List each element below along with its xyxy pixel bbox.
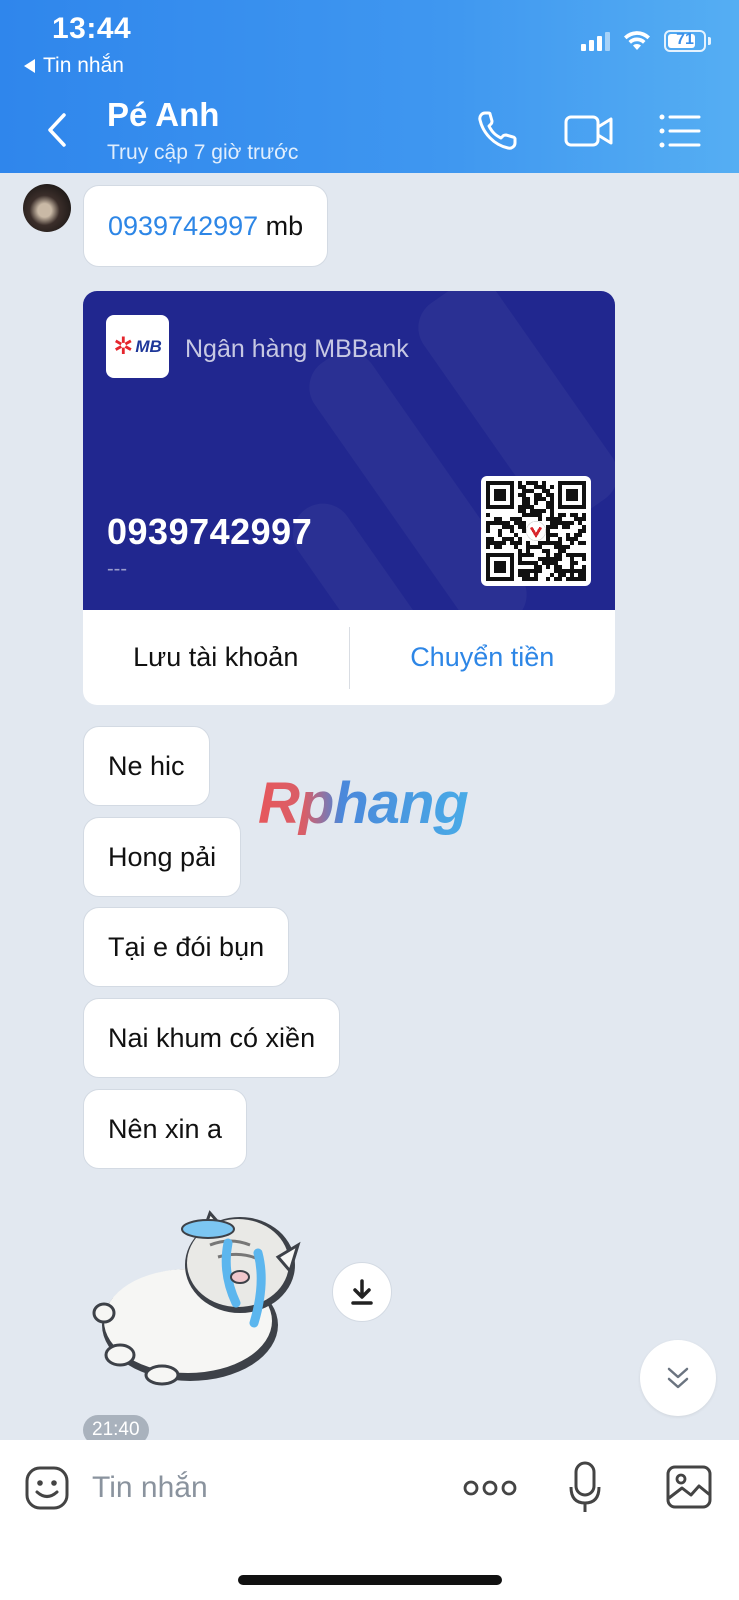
chat-header: 13:44 Tin nhắn 71 Pé Anh Truy cập 7 giờ … [0,0,739,173]
battery-icon: 71 [664,30,711,52]
contact-avatar[interactable] [23,184,71,232]
bank-card-header: ✲ MB Ngân hàng MBBank 0939742997 --- [83,291,615,610]
contact-last-seen: Truy cập 7 giờ trước [107,141,299,164]
crying-cat-sticker[interactable] [90,1205,305,1390]
cellular-signal-icon [581,31,610,51]
phone-icon[interactable] [474,108,520,154]
battery-percent: 71 [676,31,694,48]
message-bubble[interactable]: Nai khum có xiền [83,998,341,1078]
bank-account-card[interactable]: ✲ MB Ngân hàng MBBank 0939742997 --- Lưu … [83,291,615,705]
image-icon[interactable] [665,1464,713,1510]
phone-number-link[interactable]: 0939742997 [108,211,258,242]
status-indicators: 71 [581,30,711,52]
back-to-app-link[interactable]: Tin nhắn [24,54,124,78]
bank-card-actions: Lưu tài khoản Chuyển tiền [83,610,615,705]
qr-code[interactable] [481,476,591,586]
message-bubble[interactable]: Hong pải [83,817,242,897]
back-triangle-icon [24,59,35,73]
mbbank-logo: ✲ MB [106,315,169,378]
back-app-label: Tin nhắn [43,54,124,77]
message-bubble-phone[interactable]: 0939742997 mb [83,185,329,267]
menu-list-icon[interactable] [658,108,702,154]
more-dots-icon[interactable] [463,1474,517,1502]
scroll-to-bottom-button[interactable] [640,1340,716,1416]
transfer-money-button[interactable]: Chuyển tiền [350,642,616,673]
account-number: 0939742997 [107,511,313,552]
message-bubble[interactable]: Ne hic [83,726,210,806]
account-holder: --- [107,558,127,580]
microphone-icon[interactable] [568,1460,602,1516]
watermark: Rphang [258,771,469,836]
double-chevron-down-icon [667,1367,689,1389]
download-icon[interactable] [332,1262,392,1322]
home-indicator [238,1575,502,1585]
back-arrow-icon[interactable] [42,110,72,150]
status-time: 13:44 [52,12,132,45]
message-input[interactable] [92,1460,432,1516]
emoji-icon[interactable] [24,1465,70,1511]
message-input-bar [0,1440,739,1600]
video-camera-icon[interactable] [563,108,615,154]
message-bubble[interactable]: Tại e đói bụn [83,907,290,987]
wifi-icon [624,31,650,50]
message-suffix: mb [258,210,304,241]
bank-name: Ngân hàng MBBank [185,335,409,363]
contact-name[interactable]: Pé Anh [107,96,219,134]
save-account-button[interactable]: Lưu tài khoản [83,642,349,673]
message-bubble[interactable]: Nên xin a [83,1089,248,1169]
